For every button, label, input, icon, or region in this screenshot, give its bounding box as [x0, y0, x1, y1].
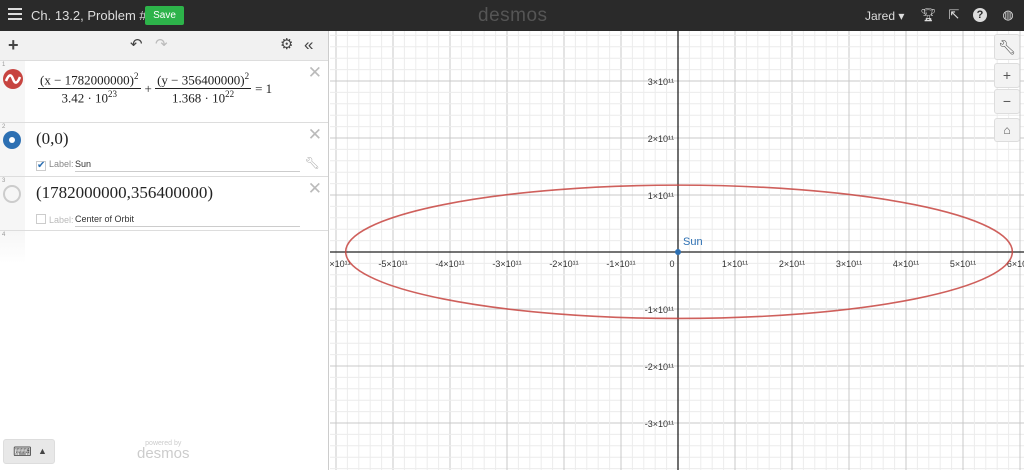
x-tick-label: 4×10¹¹	[893, 259, 919, 269]
save-button[interactable]: Save	[145, 6, 184, 25]
graph-paper[interactable]: -6×10¹¹ -5×10¹¹ -4×10¹¹ -3×10¹¹ -2×10¹¹ -1×10…	[330, 31, 1024, 470]
x-tick-label: -5×10¹¹	[378, 259, 407, 269]
undo-icon[interactable]: ↶	[130, 35, 143, 53]
redo-icon[interactable]: ↷	[155, 35, 168, 53]
expression-list: + ↶ ↷ ⚙ « 1 (x − 1782000000)2 3.42 · 1023…	[0, 31, 329, 470]
keyboard-icon: ⌨	[13, 444, 32, 459]
y-tick-label: -1×10¹¹	[645, 305, 674, 315]
desmos-logo: desmos	[478, 5, 548, 26]
label-checkbox[interactable]: Label:	[36, 214, 74, 225]
home-button[interactable]: ⌂	[994, 118, 1020, 142]
zoom-out-button[interactable]: −	[994, 89, 1020, 114]
checkbox-checked-icon: ✔	[36, 160, 46, 171]
y-tick-label: 2×10¹¹	[648, 134, 674, 144]
powered-by-desmos[interactable]: powered by desmos	[137, 440, 190, 461]
expression-1[interactable]: 1 (x − 1782000000)2 3.42 · 1023 + (y − 35…	[0, 61, 328, 123]
expression-3[interactable]: 3 (1782000000,356400000) Label: Center o…	[0, 177, 328, 231]
y-tick-label: -3×10¹¹	[645, 419, 674, 429]
x-tick-label: 5×10¹¹	[950, 259, 976, 269]
x-tick-label: 1×10¹¹	[722, 259, 748, 269]
label-checkbox[interactable]: ✔ Label:	[36, 159, 74, 171]
expression-toolbar: + ↶ ↷ ⚙ «	[0, 31, 328, 61]
delete-expression-icon[interactable]: ✕	[308, 125, 322, 145]
point-color-icon[interactable]	[2, 130, 22, 150]
top-bar: Ch. 13.2, Problem #62 Save desmos Jared …	[0, 0, 1024, 31]
label-input[interactable]: Sun	[75, 159, 300, 172]
ellipse-color-icon[interactable]	[2, 68, 24, 90]
expression-4-empty[interactable]: 4	[0, 231, 328, 263]
point-hidden-icon[interactable]	[2, 184, 22, 204]
graph-canvas[interactable]: -6×10¹¹ -5×10¹¹ -4×10¹¹ -3×10¹¹ -2×10¹¹ -1×10…	[330, 31, 1024, 470]
x-tick-label: 2×10¹¹	[779, 259, 805, 269]
y-tick-label: -2×10¹¹	[645, 362, 674, 372]
x-tick-label: 3×10¹¹	[836, 259, 862, 269]
graph-title[interactable]: Ch. 13.2, Problem #62	[31, 8, 161, 23]
x-tick-label: -3×10¹¹	[492, 259, 521, 269]
x-tick-label: -1×10¹¹	[606, 259, 635, 269]
menu-icon[interactable]	[8, 8, 22, 20]
add-icon[interactable]: +	[8, 35, 19, 56]
y-tick-label: 1×10¹¹	[648, 191, 674, 201]
graph-settings-wrench-button[interactable]: 🔧︎	[994, 34, 1020, 60]
ellipse-equation[interactable]: (x − 1782000000)2 3.42 · 1023 + (y − 3564…	[38, 71, 272, 107]
x-tick-label: 0	[669, 259, 674, 269]
label-input[interactable]: Center of Orbit	[75, 214, 300, 227]
sun-point	[675, 249, 681, 255]
trophy-icon[interactable]: 🏆︎	[920, 7, 937, 23]
sun-label: Sun	[683, 236, 703, 248]
y-tick-label: 3×10¹¹	[648, 77, 674, 87]
user-name: Jared	[865, 9, 896, 23]
expression-number: 4	[2, 232, 6, 238]
zoom-in-button[interactable]: +	[994, 63, 1020, 88]
keyboard-toggle-button[interactable]: ⌨ ▲	[3, 439, 55, 464]
x-tick-label: -2×10¹¹	[549, 259, 578, 269]
caret-up-icon: ▲	[38, 446, 47, 456]
globe-icon[interactable]: ◍	[1000, 7, 1016, 23]
collapse-icon[interactable]: «	[304, 35, 313, 55]
x-tick-label: -4×10¹¹	[435, 259, 464, 269]
x-tick-label: -6×10¹¹	[330, 259, 351, 269]
point-expression[interactable]: (0,0)	[36, 129, 69, 149]
point-expression[interactable]: (1782000000,356400000)	[36, 183, 213, 203]
wrench-icon[interactable]: 🔧︎	[305, 156, 320, 170]
gear-icon[interactable]: ⚙	[280, 35, 293, 53]
delete-expression-icon[interactable]: ✕	[308, 63, 322, 83]
delete-expression-icon[interactable]: ✕	[308, 179, 322, 199]
expression-2[interactable]: 2 (0,0) ✔ Label: Sun ✕ 🔧︎	[0, 123, 328, 177]
share-icon[interactable]: ⇱	[946, 7, 962, 23]
help-icon[interactable]: ?	[973, 8, 987, 22]
user-menu[interactable]: Jared ▾	[865, 9, 904, 23]
